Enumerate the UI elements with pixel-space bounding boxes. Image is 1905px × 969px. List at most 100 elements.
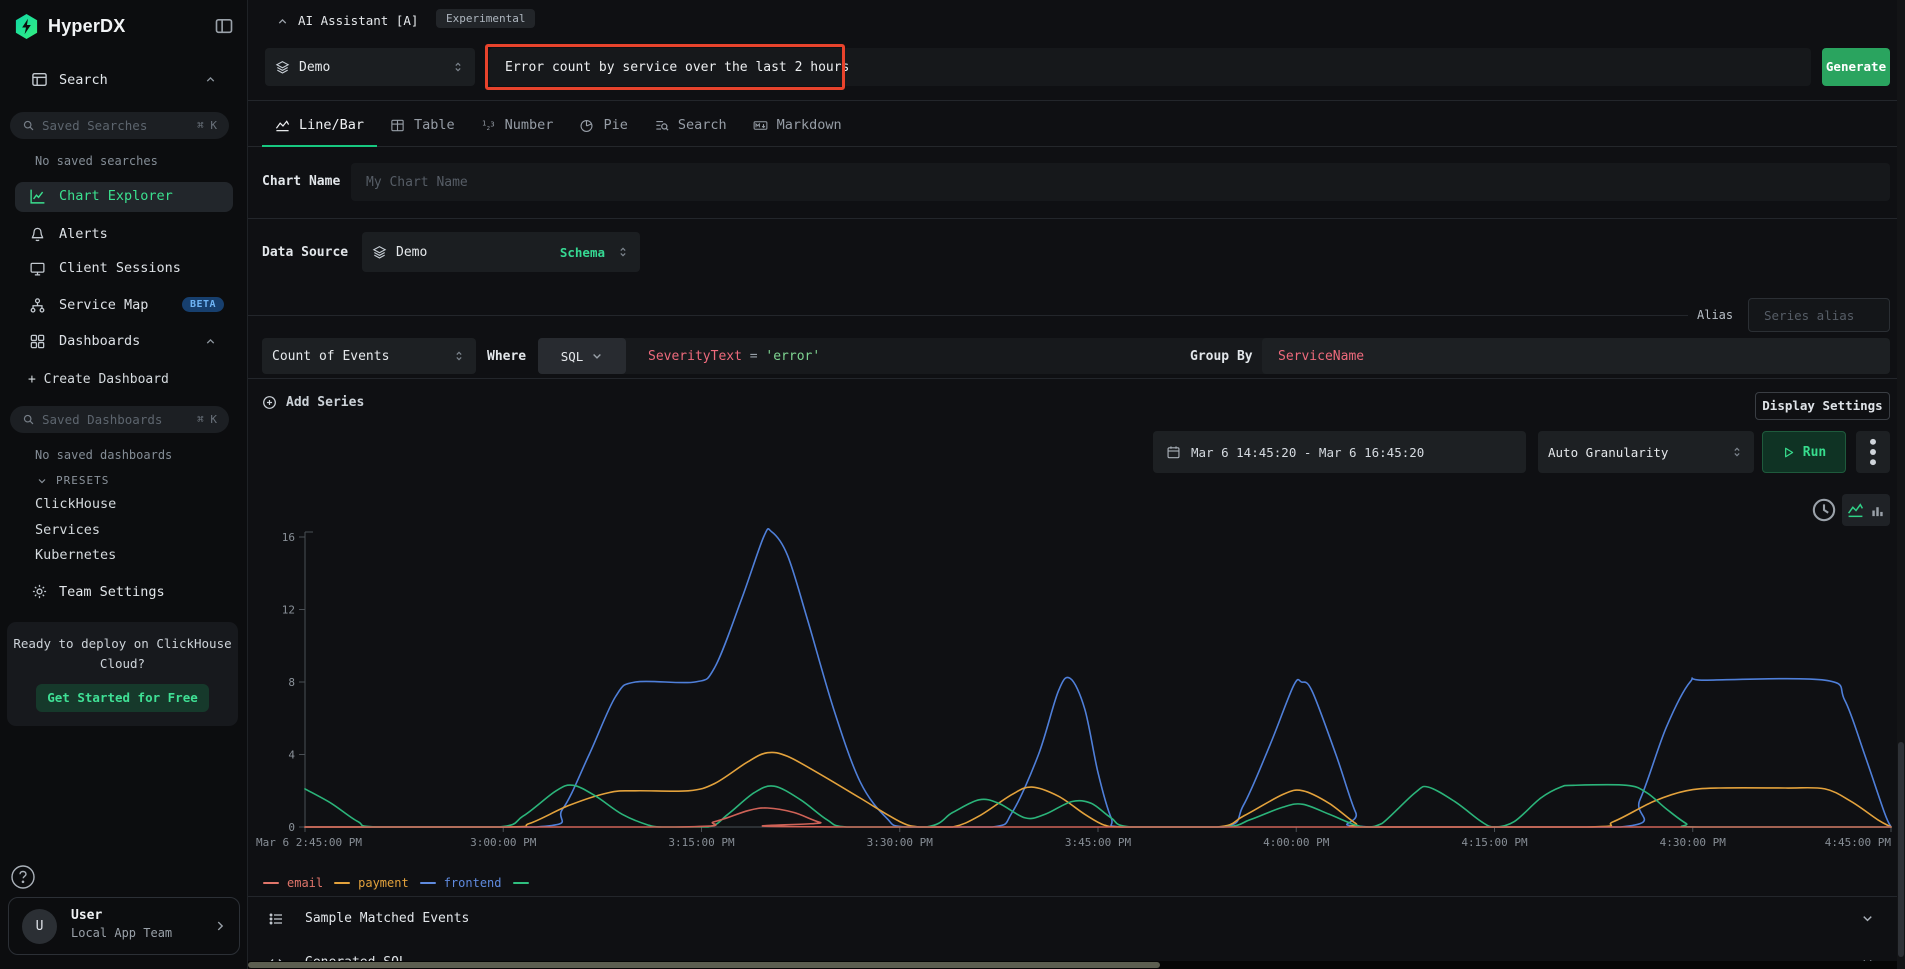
schema-link[interactable]: Schema xyxy=(560,245,605,260)
user-menu[interactable]: U User Local App Team xyxy=(8,897,240,955)
beta-badge: BETA xyxy=(182,297,224,312)
row-sample-matched-events[interactable]: Sample Matched Events xyxy=(248,902,1905,936)
legend-item-frontend[interactable]: frontend xyxy=(420,876,502,890)
group-by-input[interactable]: ServiceName xyxy=(1262,338,1890,374)
divider xyxy=(248,218,1905,219)
line-chart-icon[interactable] xyxy=(1847,502,1864,519)
data-source-select[interactable]: Demo Schema xyxy=(362,232,640,272)
tab-search[interactable]: Search xyxy=(641,104,740,146)
chart-name-input[interactable]: My Chart Name xyxy=(351,163,1890,201)
hyperdx-logo-icon xyxy=(13,13,40,40)
sidebar-item-label: Chart Explorer xyxy=(59,188,173,204)
vertical-scrollbar-thumb[interactable] xyxy=(1898,742,1904,957)
sidebar-section-label: Search xyxy=(59,72,108,88)
tab-label: Markdown xyxy=(777,117,842,133)
sidebar: HyperDX Search Saved Searches xyxy=(0,0,248,969)
group-by-label: Group By xyxy=(1190,349,1253,364)
bar-chart-icon[interactable] xyxy=(1870,503,1885,518)
display-settings-button[interactable]: Display Settings xyxy=(1755,392,1890,420)
preset-link-kubernetes[interactable]: Kubernetes xyxy=(35,547,116,563)
sidebar-item-dashboards[interactable]: Dashboards xyxy=(15,327,233,357)
more-options-icon[interactable] xyxy=(1856,431,1890,473)
saved-dashboards-input[interactable]: Saved Dashboards ⌘ K xyxy=(10,406,229,433)
chart-type-tabs: Line/Bar Table 123 Number PieSearch Markdown xyxy=(248,104,1905,147)
chart-legend: email payment frontend xyxy=(263,876,537,890)
shortcut-hint: ⌘ K xyxy=(197,119,217,132)
generate-button[interactable]: Generate xyxy=(1822,48,1890,86)
svg-text:1: 1 xyxy=(482,118,486,127)
line-bar-icon xyxy=(275,118,290,133)
get-started-button[interactable]: Get Started for Free xyxy=(36,684,209,712)
legend-item-payment[interactable]: payment xyxy=(334,876,409,890)
team-settings-label: Team Settings xyxy=(59,584,165,600)
presets-header[interactable]: PRESETS xyxy=(36,474,109,487)
ai-source-select[interactable]: Demo xyxy=(265,48,475,86)
tab-label: Line/Bar xyxy=(299,117,364,133)
add-series-button[interactable]: Add Series xyxy=(262,390,364,414)
timeseries-chart[interactable]: 0481216Mar 6 2:45:00 PM3:00:00 PM3:15:00… xyxy=(248,520,1905,870)
chart-canvas: 0481216Mar 6 2:45:00 PM3:00:00 PM3:15:00… xyxy=(248,520,1905,870)
number-icon: 123 xyxy=(481,118,496,133)
sidebar-item-service-map[interactable]: Service MapBETA xyxy=(15,291,233,321)
shortcut-hint: ⌘ K xyxy=(197,413,217,426)
divider xyxy=(248,315,1688,316)
sidebar-item-alerts[interactable]: Alerts xyxy=(15,220,233,250)
collapse-sidebar-icon[interactable] xyxy=(214,16,234,36)
legend-item[interactable] xyxy=(513,882,537,885)
sidebar-item-label: Dashboards xyxy=(59,333,140,349)
saved-searches-placeholder: Saved Searches xyxy=(42,118,190,133)
caret-sort-icon xyxy=(616,245,630,259)
sidebar-item-client-sessions[interactable]: Client Sessions xyxy=(15,254,233,284)
tab-table[interactable]: Table xyxy=(377,104,468,146)
caret-sort-icon xyxy=(451,60,465,74)
svg-text:12: 12 xyxy=(282,604,295,617)
search-section-icon xyxy=(31,71,48,88)
tab-label: Number xyxy=(505,117,554,133)
tab-number[interactable]: 123 Number xyxy=(468,104,567,146)
preset-link-clickhouse[interactable]: ClickHouse xyxy=(35,496,116,512)
chevron-up-icon xyxy=(204,335,217,348)
tab-line-bar[interactable]: Line/Bar xyxy=(262,104,377,146)
tab-pie[interactable]: Pie xyxy=(566,104,640,146)
divider xyxy=(248,100,1905,101)
sidebar-item-team-settings[interactable]: Team Settings xyxy=(0,580,248,606)
ai-prompt-input[interactable]: Error count by service over the last 2 h… xyxy=(489,48,1811,86)
chevron-up-icon xyxy=(204,73,217,86)
caret-sort-icon xyxy=(1730,445,1744,459)
help-icon[interactable] xyxy=(10,864,36,890)
horizontal-scrollbar-thumb[interactable] xyxy=(248,962,1160,968)
collapse-ai-assistant-icon[interactable] xyxy=(276,15,289,28)
legend-label: frontend xyxy=(444,876,502,890)
monitor-icon xyxy=(29,260,46,277)
svg-text:3:15:00 PM: 3:15:00 PM xyxy=(668,836,735,849)
tab-markdown[interactable]: Markdown xyxy=(740,104,855,146)
saved-searches-input[interactable]: Saved Searches ⌘ K xyxy=(10,112,229,139)
search-icon xyxy=(22,413,35,426)
create-dashboard-button[interactable]: + Create Dashboard xyxy=(28,372,169,387)
legend-item-email[interactable]: email xyxy=(263,876,323,890)
calendar-icon xyxy=(1166,445,1181,460)
layers-icon xyxy=(372,245,387,260)
aggregation-value: Count of Events xyxy=(272,349,443,364)
run-button[interactable]: Run xyxy=(1762,431,1846,473)
sidebar-section-search[interactable]: Search xyxy=(0,68,248,94)
chevron-right-icon xyxy=(213,919,227,933)
vertical-scrollbar[interactable] xyxy=(1897,0,1905,969)
time-range-picker[interactable]: Mar 6 14:45:20 - Mar 6 16:45:20 xyxy=(1153,431,1526,473)
aggregation-select[interactable]: Count of Events xyxy=(262,338,476,374)
query-language-select[interactable]: SQL xyxy=(538,338,626,374)
ai-assistant-title: AI Assistant [A] xyxy=(298,13,418,28)
preset-link-services[interactable]: Services xyxy=(35,522,100,538)
svg-text:Mar 6 2:45:00 PM: Mar 6 2:45:00 PM xyxy=(256,836,362,849)
divider xyxy=(248,378,1905,379)
sidebar-item-label: Client Sessions xyxy=(59,260,181,276)
granularity-select[interactable]: Auto Granularity xyxy=(1538,431,1754,473)
chevron-down-icon xyxy=(36,475,48,487)
markdown-icon xyxy=(753,118,768,133)
legend-swatch xyxy=(263,882,279,885)
alias-input[interactable]: Series alias xyxy=(1748,298,1890,332)
alias-label: Alias xyxy=(1697,308,1733,322)
horizontal-scrollbar[interactable] xyxy=(248,961,1905,969)
hyperdx-app: HyperDX Search Saved Searches xyxy=(0,0,1905,969)
sidebar-item-chart-explorer[interactable]: Chart Explorer xyxy=(15,182,233,212)
